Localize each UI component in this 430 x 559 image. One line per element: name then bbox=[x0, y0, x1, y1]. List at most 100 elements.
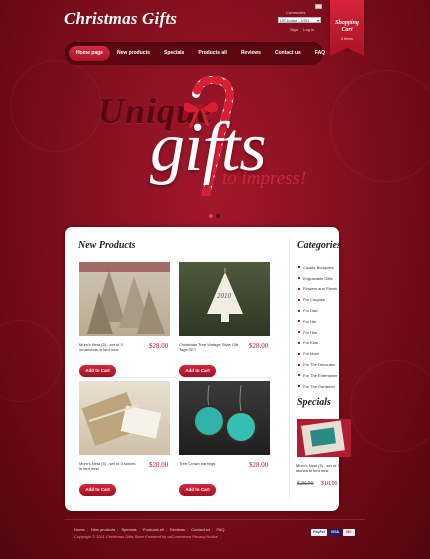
category-item[interactable]: For Dad bbox=[298, 305, 338, 316]
dropdown-arrow-icon: ▾ bbox=[316, 18, 319, 23]
footer-separator: | bbox=[138, 527, 140, 532]
product-photo-earrings bbox=[193, 384, 257, 443]
categories-title: Categories bbox=[297, 240, 341, 251]
category-item[interactable]: Flowers and Plants bbox=[298, 284, 338, 295]
swirl-decor bbox=[10, 60, 102, 152]
cart-title: Shopping Cart bbox=[335, 20, 359, 33]
category-label: For The Entertainer bbox=[303, 372, 338, 378]
footer-separator: | bbox=[212, 527, 214, 532]
product-image[interactable] bbox=[79, 381, 170, 455]
category-item[interactable]: For The Gardener bbox=[298, 381, 338, 392]
slider-dot-1[interactable] bbox=[209, 214, 213, 218]
nav-contact-us[interactable]: Contact us bbox=[268, 46, 308, 61]
category-item[interactable]: Cookie Bouquets bbox=[298, 262, 338, 273]
slider-dots bbox=[209, 214, 220, 218]
paypal-icon: PayPal bbox=[311, 529, 327, 536]
visa-icon: VISA bbox=[329, 529, 341, 536]
footer-link-reviews[interactable]: Reviews bbox=[170, 527, 185, 532]
store-name-link[interactable]: Christmas Gifts Store bbox=[106, 534, 144, 539]
row-divider bbox=[79, 377, 271, 378]
add-to-cart-button[interactable]: Add to Cart bbox=[79, 365, 116, 377]
nav-products-all[interactable]: Products all bbox=[191, 46, 234, 61]
footer-link-specials[interactable]: Specials bbox=[121, 527, 136, 532]
product-image[interactable] bbox=[179, 381, 270, 455]
shopping-cart-ribbon[interactable]: Shopping Cart 0 Items bbox=[330, 0, 364, 56]
product-name[interactable]: Christmas Tree Vintage Style Gift Tags S… bbox=[179, 342, 239, 352]
banner-tagline: to impress! bbox=[222, 168, 307, 189]
slider-dot-2[interactable] bbox=[216, 214, 220, 218]
cart-status: 0 Items bbox=[341, 37, 353, 41]
footer-separator: | bbox=[86, 527, 88, 532]
product-photo-tree-tag: 2010 bbox=[207, 268, 243, 322]
category-item[interactable]: For The Entertainer bbox=[298, 370, 338, 381]
swirl-decor bbox=[330, 70, 430, 182]
product-photo-ornaments bbox=[79, 262, 170, 334]
copyright: Copyright © 2011 Christmas Gifts Store P… bbox=[74, 534, 218, 539]
category-label: For Mom bbox=[303, 351, 319, 357]
category-item[interactable]: Engravable Gifts bbox=[298, 273, 338, 284]
bullet-icon bbox=[298, 277, 300, 280]
footer-link-contact-us[interactable]: Contact us bbox=[191, 527, 210, 532]
product-image[interactable] bbox=[79, 262, 170, 336]
product-price: $28.00 bbox=[249, 342, 269, 350]
content-panel: New Products Mum's Nest (3) - set of 3 o… bbox=[65, 227, 351, 511]
photo-text: 2010 bbox=[217, 292, 232, 300]
category-label: Cookie Bouquets bbox=[303, 264, 334, 270]
footer-link-faq[interactable]: FAQ bbox=[216, 527, 224, 532]
powered-by-text: Powered by bbox=[145, 534, 167, 539]
category-item[interactable]: For Him bbox=[298, 327, 338, 338]
nav-faq[interactable]: FAQ bbox=[308, 46, 332, 61]
powered-by-link[interactable]: osCommerce bbox=[167, 534, 191, 539]
special-product-name[interactable]: Mum's Nest (3) - set of 3 stones in bird… bbox=[296, 463, 352, 473]
product-name[interactable]: Mum's Nest (3) - set of 3 ornaments in b… bbox=[79, 342, 139, 352]
main-nav: Home page New products Specials Products… bbox=[65, 42, 325, 65]
nav-home[interactable]: Home page bbox=[69, 46, 110, 61]
flag-icon[interactable] bbox=[315, 4, 322, 9]
footer-separator: | bbox=[117, 527, 119, 532]
site-logo[interactable]: Christmas Gifts bbox=[64, 9, 177, 29]
nav-specials[interactable]: Specials bbox=[157, 46, 191, 61]
bullet-icon bbox=[298, 331, 300, 334]
nav-new-products[interactable]: New products bbox=[110, 46, 157, 61]
privacy-link[interactable]: Privacy Notice bbox=[192, 534, 218, 539]
nav-reviews[interactable]: Reviews bbox=[234, 46, 268, 61]
category-item[interactable]: For Her bbox=[298, 316, 338, 327]
account-link-signin[interactable]: Sign bbox=[290, 27, 298, 32]
category-label: For Couples bbox=[303, 297, 325, 303]
category-item[interactable]: For The Decorator bbox=[298, 359, 338, 370]
product-name[interactable]: Mum's Nest (3) - set of 3 stones in bird… bbox=[79, 461, 139, 471]
product-card: Mum's Nest (3) - set of 3 ornaments in b… bbox=[79, 262, 171, 377]
product-photo-gift bbox=[81, 391, 162, 447]
category-label: For The Decorator bbox=[303, 362, 336, 368]
product-card: Tree Crown earrings $28.00 Add to Cart bbox=[179, 381, 271, 496]
footer-link-new-products[interactable]: New products bbox=[91, 527, 115, 532]
account-links: Sign Log in bbox=[290, 27, 318, 32]
category-label: For Kids bbox=[303, 340, 318, 346]
add-to-cart-button[interactable]: Add to Cart bbox=[179, 484, 216, 496]
specials-title: Specials bbox=[297, 397, 331, 408]
category-item[interactable]: For Kids bbox=[298, 338, 338, 349]
account-link-login[interactable]: Log in bbox=[303, 27, 314, 32]
add-to-cart-button[interactable]: Add to Cart bbox=[179, 365, 216, 377]
bullet-icon bbox=[298, 385, 300, 388]
product-name[interactable]: Tree Crown earrings bbox=[179, 461, 239, 466]
special-photo bbox=[301, 420, 345, 456]
footer-link-home[interactable]: Home bbox=[74, 527, 85, 532]
product-price: $28.00 bbox=[149, 461, 169, 469]
category-item[interactable]: For Mom bbox=[298, 348, 338, 359]
category-item[interactable]: For Couples bbox=[298, 294, 338, 305]
product-image[interactable]: 2010 bbox=[179, 262, 270, 336]
special-product-image[interactable] bbox=[297, 419, 351, 457]
footer-divider bbox=[65, 519, 365, 520]
category-label: Engravable Gifts bbox=[303, 275, 333, 281]
bullet-icon bbox=[298, 374, 300, 377]
category-label: For The Gardener bbox=[303, 383, 335, 389]
categories-list: Cookie Bouquets Engravable Gifts Flowers… bbox=[298, 262, 338, 392]
currency-select[interactable]: US Dollar - USD ▾ bbox=[278, 17, 321, 23]
currency-value: US Dollar - USD bbox=[280, 18, 310, 23]
mastercard-icon: MC bbox=[343, 529, 355, 536]
category-label: Flowers and Plants bbox=[303, 286, 338, 292]
add-to-cart-button[interactable]: Add to Cart bbox=[79, 484, 116, 496]
footer-link-products-all[interactable]: Products all bbox=[143, 527, 164, 532]
category-label: For Dad bbox=[303, 308, 318, 314]
